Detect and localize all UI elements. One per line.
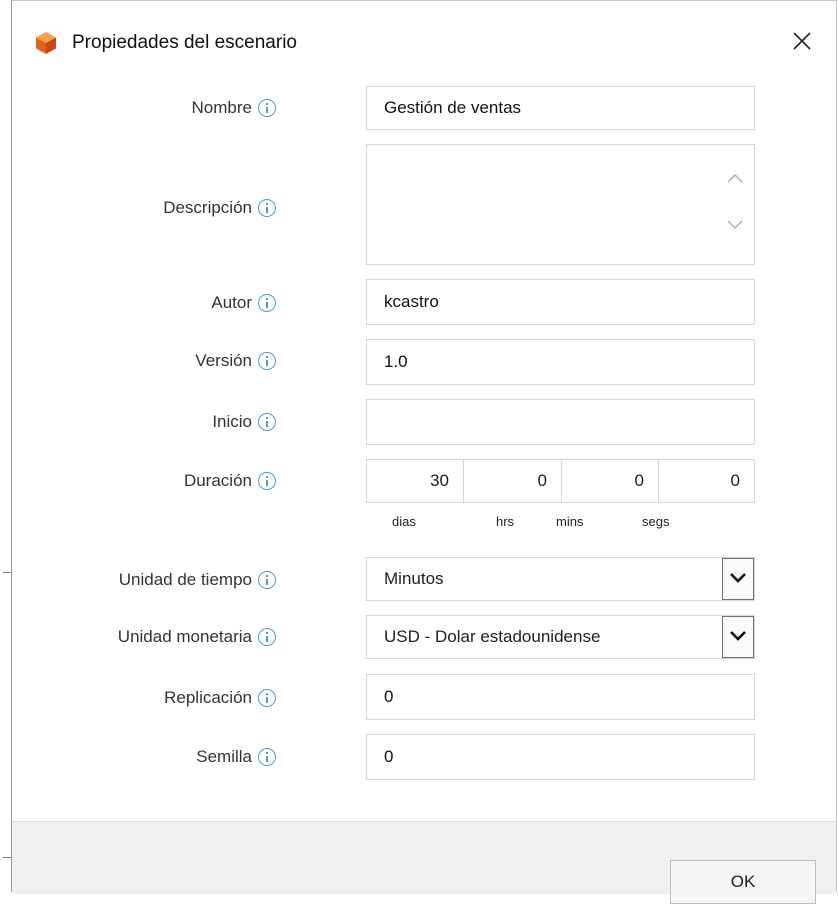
scroll-up-icon[interactable] [726, 170, 744, 188]
duracion-label: Duración [184, 471, 276, 491]
inicio-label-text: Inicio [212, 412, 252, 431]
hrs-unit-label: hrs [496, 514, 515, 529]
edge-tick [3, 857, 11, 858]
unidad-tiempo-label-text: Unidad de tiempo [118, 570, 252, 589]
close-button[interactable] [784, 23, 820, 59]
inicio-input[interactable] [366, 399, 755, 445]
duracion-segs-input[interactable]: 0 [658, 459, 755, 503]
descripcion-label: Descripción [163, 198, 276, 218]
duracion-mins-value: 0 [634, 471, 644, 490]
cube-icon [35, 31, 57, 55]
title-bar: Propiedades del escenario [12, 1, 836, 81]
unidad-tiempo-value: Minutos [384, 569, 444, 588]
replicacion-value: 0 [384, 687, 394, 706]
nombre-value: Gestión de ventas [384, 98, 522, 117]
info-icon[interactable] [258, 628, 276, 646]
unidad-monetaria-label-text: Unidad monetaria [117, 627, 252, 646]
descripcion-textarea[interactable] [366, 144, 755, 265]
unidad-tiempo-label: Unidad de tiempo [119, 570, 276, 590]
unidad-tiempo-dropdown-button[interactable] [722, 558, 754, 600]
semilla-label: Semilla [196, 747, 276, 767]
semilla-label-text: Semilla [196, 747, 252, 766]
segs-unit-label: segs [642, 514, 670, 529]
scroll-down-icon[interactable] [726, 215, 744, 233]
inicio-label: Inicio [212, 412, 276, 432]
duracion-dias-value: 30 [430, 471, 449, 490]
dialog-window: Propiedades del escenario Nombre Gestión… [11, 0, 837, 904]
info-icon[interactable] [258, 689, 276, 707]
info-icon[interactable] [258, 748, 276, 766]
duracion-segs-value: 0 [730, 471, 740, 490]
info-icon[interactable] [258, 571, 276, 589]
version-label: Versión [195, 351, 276, 371]
version-input[interactable]: 1.0 [366, 339, 755, 385]
unidad-monetaria-value: USD - Dolar estadounidense [384, 627, 601, 646]
edge-tick [3, 572, 11, 573]
unidad-monetaria-select[interactable]: USD - Dolar estadounidense [366, 615, 755, 659]
unidad-monetaria-dropdown-button[interactable] [722, 616, 754, 658]
unidad-monetaria-label: Unidad monetaria [118, 627, 276, 647]
replicacion-label-text: Replicación [164, 688, 252, 707]
dias-unit-label: dias [392, 514, 416, 529]
unidad-tiempo-select[interactable]: Minutos [366, 557, 755, 601]
version-label-text: Versión [195, 351, 252, 370]
dialog-title: Propiedades del escenario [72, 32, 297, 53]
info-icon[interactable] [258, 352, 276, 370]
nombre-input[interactable]: Gestión de ventas [366, 86, 755, 130]
semilla-value: 0 [384, 747, 394, 766]
replicacion-label: Replicación [164, 688, 276, 708]
autor-label-text: Autor [211, 293, 252, 312]
nombre-label-text: Nombre [191, 98, 252, 117]
duracion-mins-input[interactable]: 0 [561, 459, 659, 503]
close-icon [793, 32, 811, 50]
info-icon[interactable] [258, 199, 276, 217]
autor-input[interactable]: kcastro [366, 279, 755, 325]
replicacion-input[interactable]: 0 [366, 674, 755, 720]
semilla-input[interactable]: 0 [366, 734, 755, 780]
mins-unit-label: mins [556, 514, 584, 529]
version-value: 1.0 [384, 352, 408, 371]
dialog-footer: OK [12, 821, 836, 904]
chevron-down-icon [730, 631, 746, 641]
autor-label: Autor [211, 293, 276, 313]
info-icon[interactable] [258, 472, 276, 490]
descripcion-label-text: Descripción [163, 198, 252, 217]
ok-button[interactable]: OK [670, 860, 816, 904]
duracion-hrs-value: 0 [537, 471, 547, 490]
nombre-label: Nombre [192, 98, 276, 118]
info-icon[interactable] [258, 294, 276, 312]
duracion-label-text: Duración [183, 471, 252, 490]
duracion-hrs-input[interactable]: 0 [463, 459, 562, 503]
chevron-down-icon [730, 573, 746, 583]
duracion-dias-input[interactable]: 30 [366, 459, 464, 503]
info-icon[interactable] [258, 99, 276, 117]
autor-value: kcastro [384, 292, 439, 311]
info-icon[interactable] [258, 413, 276, 431]
